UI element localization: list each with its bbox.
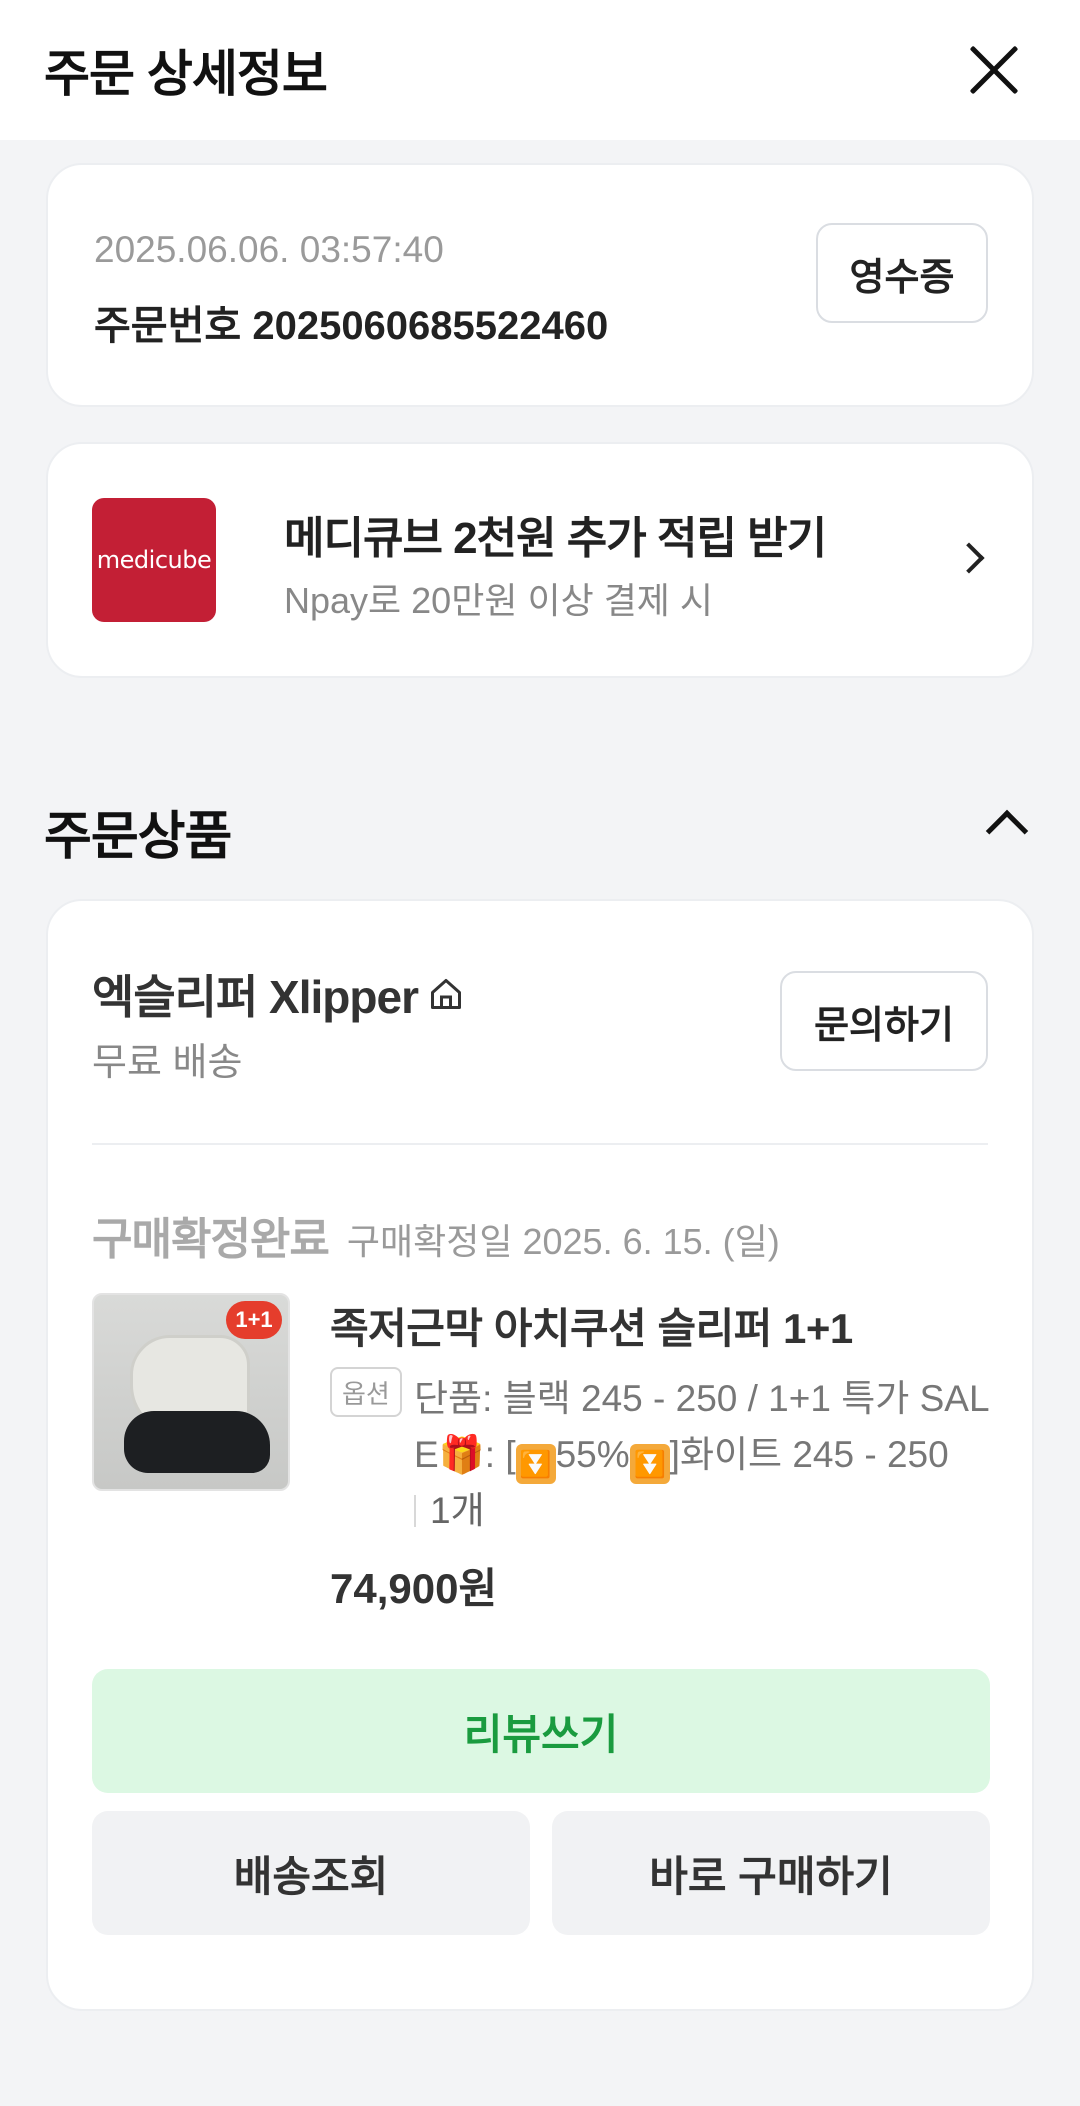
- confirm-date: 구매확정일 2025. 6. 15. (일): [346, 1221, 780, 1262]
- option-text-suffix: ]화이트 245 - 250: [669, 1434, 949, 1475]
- medicube-logo: medicube: [92, 498, 216, 622]
- purchase-status: 구매확정완료: [92, 1215, 330, 1264]
- thumbnail-badge: 1+1: [226, 1301, 282, 1339]
- track-delivery-button[interactable]: 배송조회: [92, 1811, 530, 1935]
- option-text-percent: 55%: [555, 1434, 630, 1475]
- option-tag: 옵션: [330, 1367, 402, 1417]
- close-icon[interactable]: [964, 40, 1024, 100]
- separator: [414, 1495, 416, 1527]
- quantity-line: 1개: [414, 1483, 485, 1539]
- inquiry-button[interactable]: 문의하기: [780, 971, 988, 1071]
- promo-banner[interactable]: medicube 메디큐브 2천원 추가 적립 받기 Npay로 20만원 이상…: [46, 442, 1034, 678]
- order-number-line: 주문번호 2025060685522460: [94, 293, 608, 351]
- promo-title: 메디큐브 2천원 추가 적립 받기: [284, 514, 827, 563]
- page-title: 주문 상세정보: [44, 46, 328, 102]
- product-thumbnail[interactable]: 1+1: [92, 1293, 290, 1491]
- purchase-status-line: 구매확정완료 구매확정일 2025. 6. 15. (일): [92, 1203, 780, 1267]
- write-review-button[interactable]: 리뷰쓰기: [92, 1669, 990, 1793]
- down-arrow-icon: ⏬: [515, 1444, 556, 1484]
- store-name-line[interactable]: 엑슬리퍼 Xlipper: [92, 961, 464, 1027]
- promo-subtitle: Npay로 20만원 이상 결제 시: [284, 580, 714, 621]
- divider: [92, 1143, 988, 1145]
- product-price: 74,900원: [330, 1565, 498, 1612]
- home-icon: [430, 979, 461, 1009]
- gift-icon: 🎁: [438, 1434, 485, 1475]
- chevron-right-icon: [953, 542, 985, 574]
- chevron-up-icon[interactable]: [985, 809, 1029, 853]
- order-datetime: 2025.06.06. 03:57:40: [94, 229, 444, 270]
- order-product-card: 엑슬리퍼 Xlipper 무료 배송 문의하기 구매확정완료 구매확정일 202…: [46, 899, 1034, 2011]
- section-title-order-items: 주문상품: [44, 808, 232, 866]
- store-name: 엑슬리퍼 Xlipper: [92, 971, 419, 1023]
- option-text-bracket: : [: [484, 1434, 516, 1475]
- quantity: 1개: [430, 1490, 485, 1531]
- buy-again-button[interactable]: 바로 구매하기: [552, 1811, 990, 1935]
- option-text-e: E: [414, 1434, 439, 1475]
- option-text: 단품: 블랙 245 - 250 / 1+1 특가 SALE🎁: [⏬ 55% ⏬]…: [414, 1371, 994, 1484]
- shipping-info: 무료 배송: [92, 1042, 243, 1084]
- product-name[interactable]: 족저근막 아치쿠션 슬리퍼 1+1: [330, 1295, 853, 1356]
- order-info-card: 2025.06.06. 03:57:40 주문번호 20250606855224…: [46, 163, 1034, 407]
- slipper-image-black: [124, 1411, 270, 1473]
- top-bar: 주문 상세정보: [0, 0, 1080, 140]
- order-number-label: 주문번호: [94, 304, 242, 348]
- receipt-button[interactable]: 영수증: [816, 223, 988, 323]
- option-text-line-1: 단품: 블랙 245 - 250 / 1+1 특가 SAL: [414, 1378, 990, 1419]
- down-arrow-icon: ⏬: [629, 1444, 670, 1484]
- order-number: 2025060685522460: [252, 304, 609, 348]
